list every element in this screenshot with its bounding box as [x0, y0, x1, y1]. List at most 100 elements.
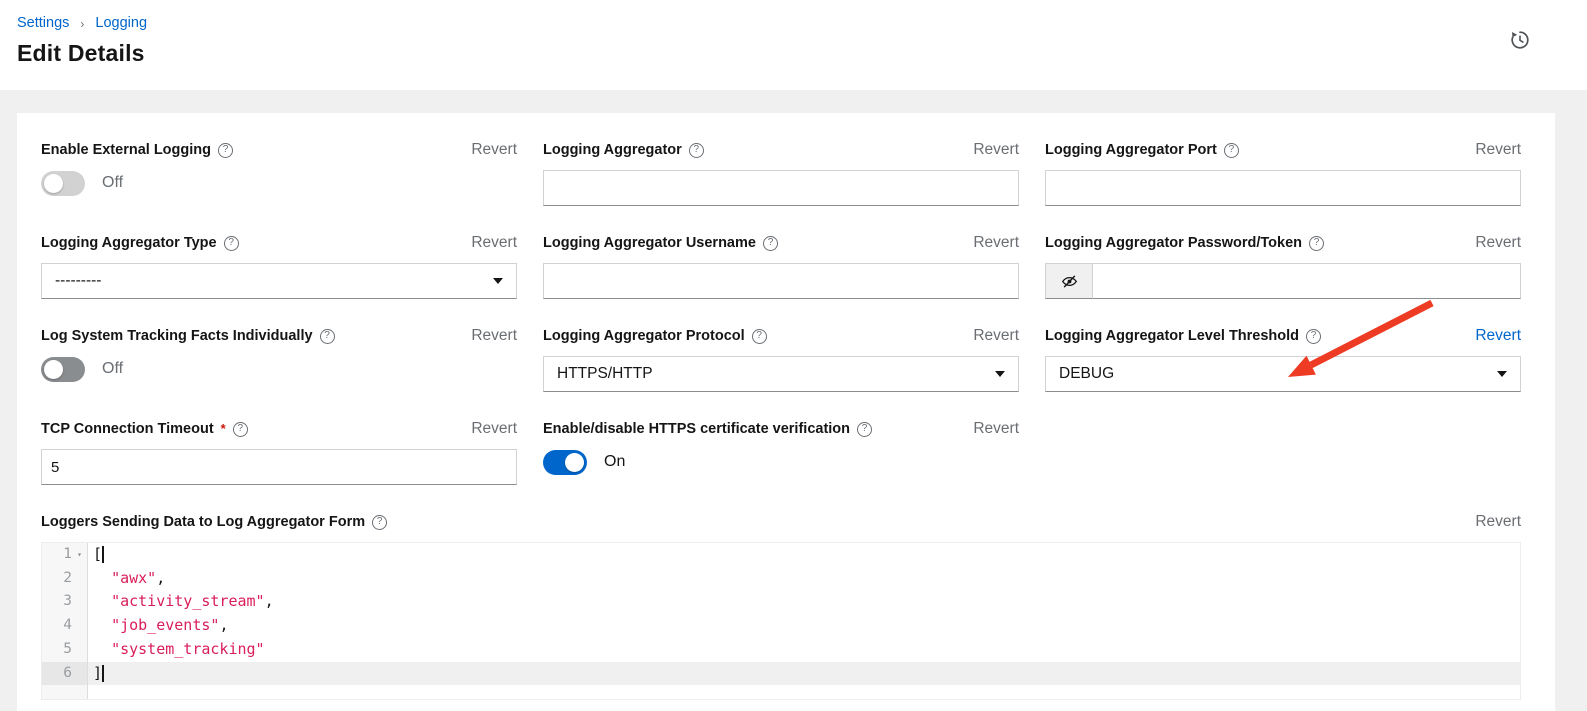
- revert-button-active[interactable]: Revert: [1475, 326, 1521, 346]
- revert-button[interactable]: Revert: [973, 326, 1019, 346]
- help-icon[interactable]: ?: [689, 143, 704, 158]
- field-loggers-form: Loggers Sending Data to Log Aggregator F…: [41, 512, 1521, 700]
- revert-button[interactable]: Revert: [1475, 512, 1521, 532]
- settings-form-card: Enable External Logging ? Revert Off Log…: [17, 113, 1555, 711]
- history-icon[interactable]: [1509, 29, 1531, 51]
- enable-external-logging-toggle[interactable]: [41, 171, 85, 196]
- text-cursor: [102, 665, 104, 682]
- caret-down-icon: [493, 278, 503, 284]
- field-label: Logging Aggregator Protocol ?: [543, 326, 767, 346]
- field-label: Logging Aggregator ?: [543, 140, 704, 160]
- caret-down-icon: [1497, 371, 1507, 377]
- field-label: Enable External Logging ?: [41, 140, 233, 160]
- field-logging-aggregator-protocol: Logging Aggregator Protocol ? Revert HTT…: [543, 326, 1019, 392]
- line-number-gutter: 2: [42, 567, 88, 591]
- field-log-system-tracking-facts: Log System Tracking Facts Individually ?…: [41, 326, 517, 392]
- logging-aggregator-level-threshold-select[interactable]: DEBUG: [1045, 356, 1521, 392]
- help-icon[interactable]: ?: [372, 515, 387, 530]
- revert-button[interactable]: Revert: [973, 233, 1019, 253]
- empty-cell: [1045, 419, 1521, 485]
- selected-value: ---------: [55, 272, 101, 290]
- logging-aggregator-username-input[interactable]: [543, 263, 1019, 299]
- fold-arrow-icon[interactable]: ▾: [72, 543, 87, 567]
- https-cert-verification-toggle[interactable]: [543, 450, 587, 475]
- help-icon[interactable]: ?: [1224, 143, 1239, 158]
- page-header: Settings › Logging Edit Details: [0, 0, 1587, 90]
- line-number-gutter: 4: [42, 614, 88, 638]
- toggle-knob: [44, 360, 63, 379]
- logging-aggregator-password-input[interactable]: [1093, 263, 1521, 299]
- eye-slash-icon: [1061, 273, 1078, 290]
- help-icon[interactable]: ?: [320, 329, 335, 344]
- field-label: Logging Aggregator Username ?: [543, 233, 778, 253]
- toggle-state-label: On: [604, 453, 625, 471]
- help-icon[interactable]: ?: [218, 143, 233, 158]
- help-icon[interactable]: ?: [224, 236, 239, 251]
- help-icon[interactable]: ?: [1309, 236, 1324, 251]
- revert-button[interactable]: Revert: [973, 140, 1019, 160]
- logging-aggregator-protocol-select[interactable]: HTTPS/HTTP: [543, 356, 1019, 392]
- logging-aggregator-type-select[interactable]: ---------: [41, 263, 517, 299]
- field-enable-external-logging: Enable External Logging ? Revert Off: [41, 140, 517, 206]
- code-line: 2 "awx",: [42, 567, 1520, 591]
- selected-value: DEBUG: [1059, 365, 1114, 383]
- page-title: Edit Details: [17, 40, 1563, 67]
- loggers-code-editor[interactable]: 1▾ [ 2 "awx", 3 "activity_stream", 4 "jo…: [41, 542, 1521, 700]
- code-line-active: 6 ]: [42, 662, 1520, 686]
- field-tcp-connection-timeout: TCP Connection Timeout * ? Revert: [41, 419, 517, 485]
- help-icon[interactable]: ?: [233, 422, 248, 437]
- revert-button[interactable]: Revert: [471, 140, 517, 160]
- field-logging-aggregator-port: Logging Aggregator Port ? Revert: [1045, 140, 1521, 206]
- field-logging-aggregator-password: Logging Aggregator Password/Token ? Reve…: [1045, 233, 1521, 299]
- field-logging-aggregator-type: Logging Aggregator Type ? Revert -------…: [41, 233, 517, 299]
- revert-button[interactable]: Revert: [471, 233, 517, 253]
- revert-button[interactable]: Revert: [1475, 140, 1521, 160]
- breadcrumb: Settings › Logging: [17, 15, 1563, 31]
- log-system-tracking-toggle[interactable]: [41, 357, 85, 382]
- toggle-state-label: Off: [102, 174, 123, 192]
- field-logging-aggregator-level-threshold: Logging Aggregator Level Threshold ? Rev…: [1045, 326, 1521, 392]
- field-https-cert-verification: Enable/disable HTTPS certificate verific…: [543, 419, 1019, 485]
- line-number-gutter: 6: [42, 662, 88, 686]
- toggle-knob: [565, 453, 584, 472]
- tcp-connection-timeout-input[interactable]: [41, 449, 517, 485]
- help-icon[interactable]: ?: [857, 422, 872, 437]
- code-line: 5 "system_tracking": [42, 638, 1520, 662]
- field-label: TCP Connection Timeout * ?: [41, 419, 248, 439]
- code-line: 1▾ [: [42, 543, 1520, 567]
- caret-down-icon: [995, 371, 1005, 377]
- line-number-gutter: 1▾: [42, 543, 88, 567]
- toggle-state-label: Off: [102, 360, 123, 378]
- code-line: 3 "activity_stream",: [42, 590, 1520, 614]
- help-icon[interactable]: ?: [1306, 329, 1321, 344]
- field-label: Log System Tracking Facts Individually ?: [41, 326, 335, 346]
- field-logging-aggregator: Logging Aggregator ? Revert: [543, 140, 1019, 206]
- help-icon[interactable]: ?: [763, 236, 778, 251]
- revert-button[interactable]: Revert: [471, 419, 517, 439]
- line-number-gutter: 5: [42, 638, 88, 662]
- logging-aggregator-input[interactable]: [543, 170, 1019, 206]
- breadcrumb-link-logging[interactable]: Logging: [95, 15, 147, 31]
- code-line: [42, 685, 1520, 699]
- revert-button[interactable]: Revert: [1475, 233, 1521, 253]
- required-marker: *: [221, 419, 226, 439]
- field-label: Logging Aggregator Port ?: [1045, 140, 1239, 160]
- settings-form: Enable External Logging ? Revert Off Log…: [41, 140, 1521, 700]
- text-cursor: [102, 546, 104, 563]
- selected-value: HTTPS/HTTP: [557, 365, 653, 383]
- revert-button[interactable]: Revert: [973, 419, 1019, 439]
- field-label: Logging Aggregator Level Threshold ?: [1045, 326, 1321, 346]
- breadcrumb-separator-icon: ›: [80, 16, 84, 31]
- breadcrumb-link-settings[interactable]: Settings: [17, 15, 69, 31]
- line-number-gutter: [42, 685, 88, 699]
- toggle-knob: [44, 174, 63, 193]
- toggle-password-visibility-button[interactable]: [1045, 263, 1093, 299]
- field-label: Logging Aggregator Password/Token ?: [1045, 233, 1324, 253]
- logging-aggregator-port-input[interactable]: [1045, 170, 1521, 206]
- line-number-gutter: 3: [42, 590, 88, 614]
- help-icon[interactable]: ?: [752, 329, 767, 344]
- field-logging-aggregator-username: Logging Aggregator Username ? Revert: [543, 233, 1019, 299]
- field-label: Logging Aggregator Type ?: [41, 233, 239, 253]
- content-area: Enable External Logging ? Revert Off Log…: [0, 90, 1587, 711]
- revert-button[interactable]: Revert: [471, 326, 517, 346]
